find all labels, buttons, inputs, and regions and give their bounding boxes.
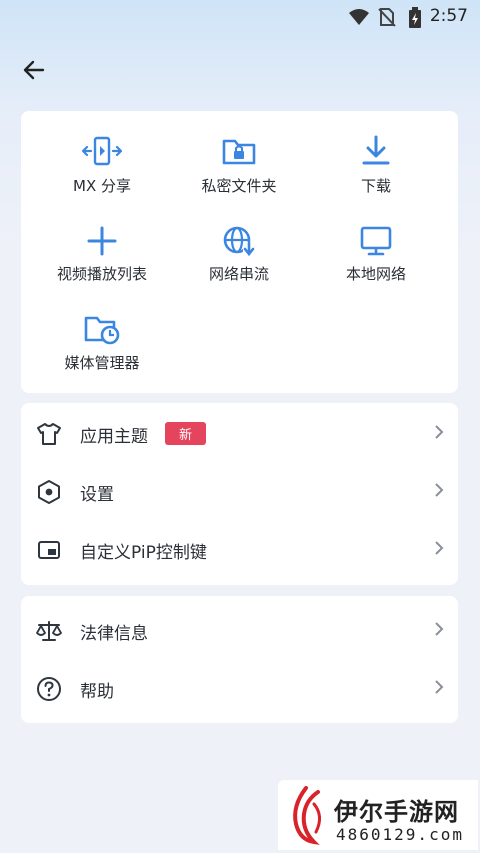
chevron-right-icon <box>435 425 444 439</box>
scale-icon <box>35 617 63 645</box>
new-badge: 新 <box>165 422 207 445</box>
grid-item-download[interactable]: 下载 <box>303 133 449 203</box>
tshirt-icon <box>35 420 63 448</box>
globe-stream-icon <box>217 223 261 259</box>
row-label: 法律信息 <box>80 624 148 644</box>
grid-label: 本地网络 <box>345 265 406 283</box>
row-label: 设置 <box>80 485 114 505</box>
row-custom-pip[interactable]: 自定义PiP控制键 <box>21 520 458 578</box>
row-label: 帮助 <box>80 682 114 702</box>
grid-label: 媒体管理器 <box>64 354 140 372</box>
monitor-icon <box>354 223 398 259</box>
grid-item-media-manager[interactable]: 媒体管理器 <box>29 311 175 381</box>
legal-card: 法律信息 帮助 <box>21 596 458 723</box>
grid-label: 网络串流 <box>208 265 269 283</box>
wifi-icon <box>349 9 369 25</box>
no-sim-icon <box>378 8 396 27</box>
row-app-theme[interactable]: 应用主题 新 <box>21 404 458 462</box>
chevron-right-icon <box>435 541 444 555</box>
settings-card: 应用主题 新 设置 自定义PiP控制键 <box>21 403 458 585</box>
watermark-logo <box>293 786 321 845</box>
row-help[interactable]: 帮助 <box>21 659 458 717</box>
watermark-text: 伊尔手游网 <box>334 798 459 826</box>
row-label: 应用主题 <box>80 427 148 447</box>
grid-item-private-folder[interactable]: 私密文件夹 <box>166 133 312 203</box>
row-settings[interactable]: 设置 <box>21 462 458 520</box>
grid-item-network-stream[interactable]: 网络串流 <box>166 223 312 293</box>
status-bar: 2:57 <box>0 0 480 34</box>
help-circle-icon <box>35 675 63 703</box>
grid-item-local-network[interactable]: 本地网络 <box>303 223 449 293</box>
shortcut-grid: MX 分享 私密文件夹 下载 视频播放列表 网络串流 本地网络 媒体管理器 <box>21 111 458 393</box>
arrow-left-icon <box>23 60 45 80</box>
hexagon-gear-icon <box>35 478 63 506</box>
chevron-right-icon <box>435 622 444 636</box>
back-button[interactable] <box>18 54 50 86</box>
locked-folder-icon <box>217 133 261 169</box>
chevron-right-icon <box>435 483 444 497</box>
grid-label: MX 分享 <box>73 177 131 195</box>
row-legal-info[interactable]: 法律信息 <box>21 601 458 659</box>
grid-item-mx-share[interactable]: MX 分享 <box>29 133 175 203</box>
chevron-right-icon <box>435 680 444 694</box>
row-label: 自定义PiP控制键 <box>80 543 207 563</box>
folder-clock-icon <box>80 311 124 347</box>
grid-label: 下载 <box>360 177 391 195</box>
status-time: 2:57 <box>429 6 468 26</box>
battery-icon <box>409 7 421 28</box>
download-icon <box>354 133 398 169</box>
grid-label: 视频播放列表 <box>56 265 147 283</box>
watermark-number: 4860129.com <box>336 825 464 844</box>
watermark: 伊尔手游网 4860129.com <box>278 780 478 850</box>
pip-icon <box>35 536 63 564</box>
grid-item-video-playlist[interactable]: 视频播放列表 <box>29 223 175 293</box>
share-transfer-icon <box>80 133 124 169</box>
grid-label: 私密文件夹 <box>201 177 277 195</box>
plus-icon <box>80 223 124 259</box>
